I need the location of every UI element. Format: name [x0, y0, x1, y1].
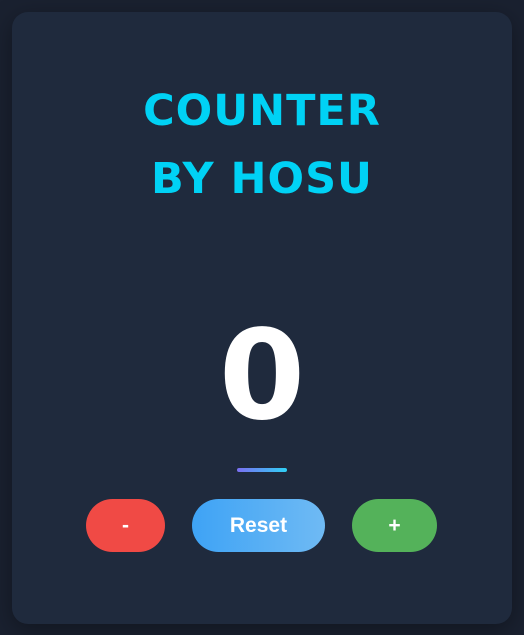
decrement-button[interactable]: -	[86, 499, 165, 552]
page-title-line1: COUNTER	[143, 86, 381, 136]
increment-button[interactable]: +	[352, 499, 437, 552]
reset-button[interactable]: Reset	[192, 499, 325, 552]
page-title-line2: BY HOSU	[151, 154, 373, 204]
counter-card: COUNTER BY HOSU 0 - Reset +	[12, 12, 512, 624]
counter-value: 0	[218, 304, 306, 448]
counter-divider	[237, 468, 287, 472]
